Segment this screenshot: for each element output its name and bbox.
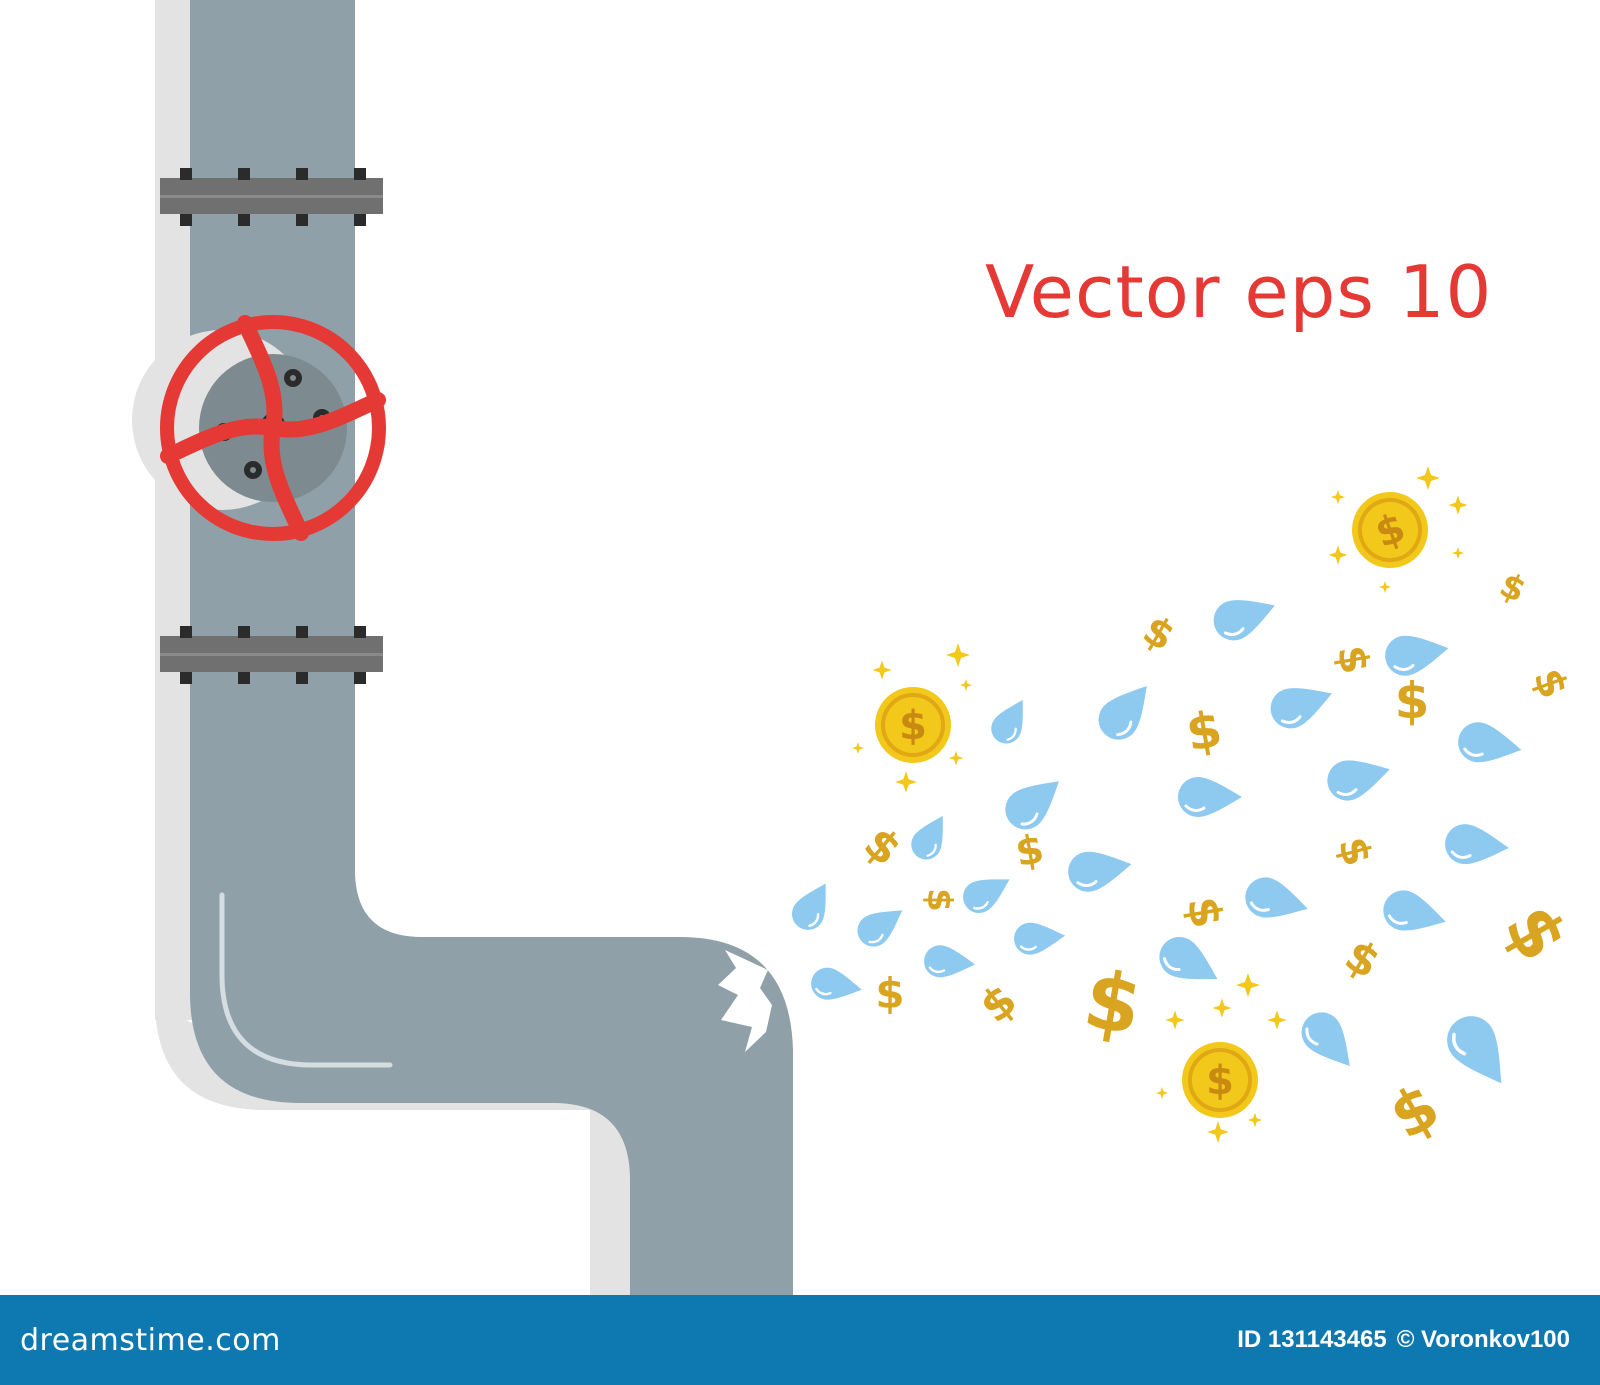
footer-bar: dreamstime.com ID 131143465 © Voronkov10… (0, 1295, 1600, 1385)
caption-text: Vector eps 10 (985, 250, 1493, 334)
svg-text:$: $ (1395, 672, 1430, 730)
svg-text:$: $ (1206, 1058, 1234, 1104)
author-credit: © Voronkov100 (1396, 1326, 1570, 1353)
sparkle-icons (852, 466, 1468, 1143)
svg-text:$: $ (875, 969, 904, 1018)
svg-text:$: $ (1493, 565, 1531, 611)
svg-text:$: $ (1377, 1069, 1451, 1154)
svg-text:$: $ (1329, 832, 1381, 871)
svg-text:$: $ (1328, 642, 1378, 677)
svg-text:$: $ (899, 703, 927, 749)
svg-text:$: $ (971, 975, 1027, 1034)
illustration: $ $ $ $ $ $ $ $ $ $ $ $ $ $ $ $ $ $ $ $ (132, 0, 1583, 1295)
svg-text:$: $ (919, 888, 959, 912)
svg-text:$: $ (1012, 826, 1047, 876)
image-credit: ID 131143465 © Voronkov100 (1237, 1326, 1570, 1354)
svg-text:$: $ (1488, 891, 1583, 974)
gold-coin-icons: $ $ $ (875, 492, 1428, 1118)
brand-link[interactable]: dreamstime.com (20, 1323, 281, 1358)
image-id: ID 131143465 (1237, 1326, 1387, 1353)
svg-text:$: $ (1135, 607, 1182, 661)
svg-text:$: $ (854, 818, 910, 877)
svg-text:$: $ (1077, 952, 1148, 1053)
svg-text:$: $ (1182, 700, 1226, 763)
svg-text:$: $ (1336, 930, 1388, 989)
svg-text:$: $ (1524, 663, 1577, 705)
svg-text:$: $ (1177, 893, 1233, 932)
